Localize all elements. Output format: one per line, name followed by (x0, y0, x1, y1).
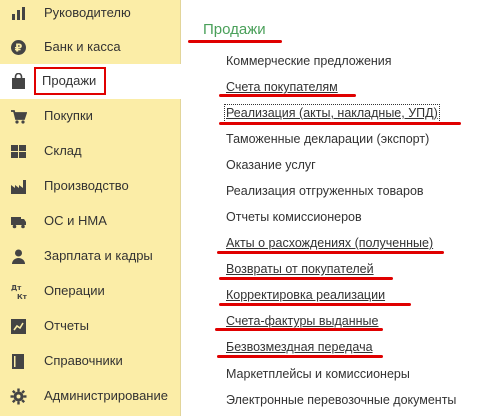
command-kommercheskie-predlozheniya[interactable]: Коммерческие предложения (226, 54, 392, 69)
sidebar-item-os-i-nma[interactable]: ОС и НМА (0, 204, 181, 239)
book-icon (10, 353, 27, 370)
section-commands-panel: Продажи Коммерческие предложения Счета п… (182, 0, 493, 416)
gear-icon (10, 388, 27, 405)
warehouse-grid-icon (10, 143, 27, 160)
command-tamozhennye-deklaratsii[interactable]: Таможенные декларации (экспорт) (226, 132, 429, 147)
svg-text:₽: ₽ (15, 42, 23, 55)
debit-credit-icon: Дт Кт (10, 283, 27, 300)
shopping-bag-icon (10, 73, 27, 90)
chart-icon (10, 5, 27, 22)
sidebar-item-label: Зарплата и кадры (44, 248, 153, 263)
command-okazanie-uslug[interactable]: Оказание услуг (226, 158, 316, 173)
annotation-underline (217, 251, 444, 254)
sidebar-item-label: ОС и НМА (44, 213, 107, 228)
sidebar-item-bank-i-kassa[interactable]: ₽ Банк и касса (0, 30, 181, 65)
annotation-underline (219, 303, 411, 306)
svg-text:Дт: Дт (11, 284, 22, 292)
command-akty-o-rashozhdeniyah[interactable]: Акты о расхождениях (полученные) (226, 236, 433, 251)
app-window: Руководителю ₽ Банк и касса Продажи Поку… (0, 0, 493, 416)
sidebar-item-pokupki[interactable]: Покупки (0, 99, 181, 134)
sidebar-item-label: Администрирование (44, 388, 168, 403)
sidebar-item-label: Склад (44, 143, 82, 158)
command-elektronnye-perevozochnye[interactable]: Электронные перевозочные документы (226, 393, 456, 408)
command-otchety-komissionerov[interactable]: Отчеты комиссионеров (226, 210, 362, 225)
command-realizatsiya[interactable]: Реализация (акты, накладные, УПД) (224, 104, 440, 123)
sidebar-item-label: Операции (44, 283, 105, 298)
sidebar-item-spravochniki[interactable]: Справочники (0, 344, 181, 379)
command-vozvraty-ot-pokupateley[interactable]: Возвраты от покупателей (226, 262, 374, 277)
sidebar-item-sklad[interactable]: Склад (0, 134, 181, 169)
annotation-underline (217, 355, 383, 358)
command-realizatsiya-otgruzhennyh[interactable]: Реализация отгруженных товаров (226, 184, 424, 199)
page-title: Продажи (203, 21, 266, 38)
command-bezvozmezdnaya-peredacha[interactable]: Безвозмездная передача (226, 340, 373, 355)
annotation-underline (188, 40, 282, 43)
sections-sidebar: Руководителю ₽ Банк и касса Продажи Поку… (0, 0, 182, 416)
shopping-cart-icon (10, 108, 27, 125)
report-chart-icon (10, 318, 27, 335)
factory-icon (10, 178, 27, 195)
sidebar-item-label: Продажи (42, 73, 97, 88)
sidebar-item-label: Банк и касса (44, 39, 121, 54)
sidebar-item-zarplata-i-kadry[interactable]: Зарплата и кадры (0, 239, 181, 274)
command-scheta-faktury-vydannye[interactable]: Счета-фактуры выданные (226, 314, 378, 329)
svg-text:Кт: Кт (17, 293, 27, 300)
sidebar-item-rukovoditelyu[interactable]: Руководителю (0, 0, 181, 31)
person-icon (10, 248, 27, 265)
truck-icon (10, 213, 27, 230)
ruble-coin-icon: ₽ (10, 39, 27, 56)
sidebar-item-operatsii[interactable]: Дт Кт Операции (0, 274, 181, 309)
annotation-underline (219, 122, 461, 125)
sidebar-item-proizvodstvo[interactable]: Производство (0, 169, 181, 204)
command-marketpleysy[interactable]: Маркетплейсы и комиссионеры (226, 367, 410, 382)
command-scheta-pokupatelyam[interactable]: Счета покупателям (226, 80, 338, 95)
sidebar-item-label: Отчеты (44, 318, 89, 333)
sidebar-item-label: Справочники (44, 353, 123, 368)
sidebar-item-otchety[interactable]: Отчеты (0, 309, 181, 344)
sidebar-item-label: Покупки (44, 108, 93, 123)
sidebar-item-label: Производство (44, 178, 129, 193)
annotation-underline (219, 277, 393, 280)
sidebar-item-label: Руководителю (44, 5, 131, 20)
sidebar-item-prodazhi[interactable]: Продажи (0, 64, 182, 99)
sidebar-item-administrirovanie[interactable]: Администрирование (0, 379, 181, 414)
command-korrektirovka-realizatsii[interactable]: Корректировка реализации (226, 288, 385, 303)
